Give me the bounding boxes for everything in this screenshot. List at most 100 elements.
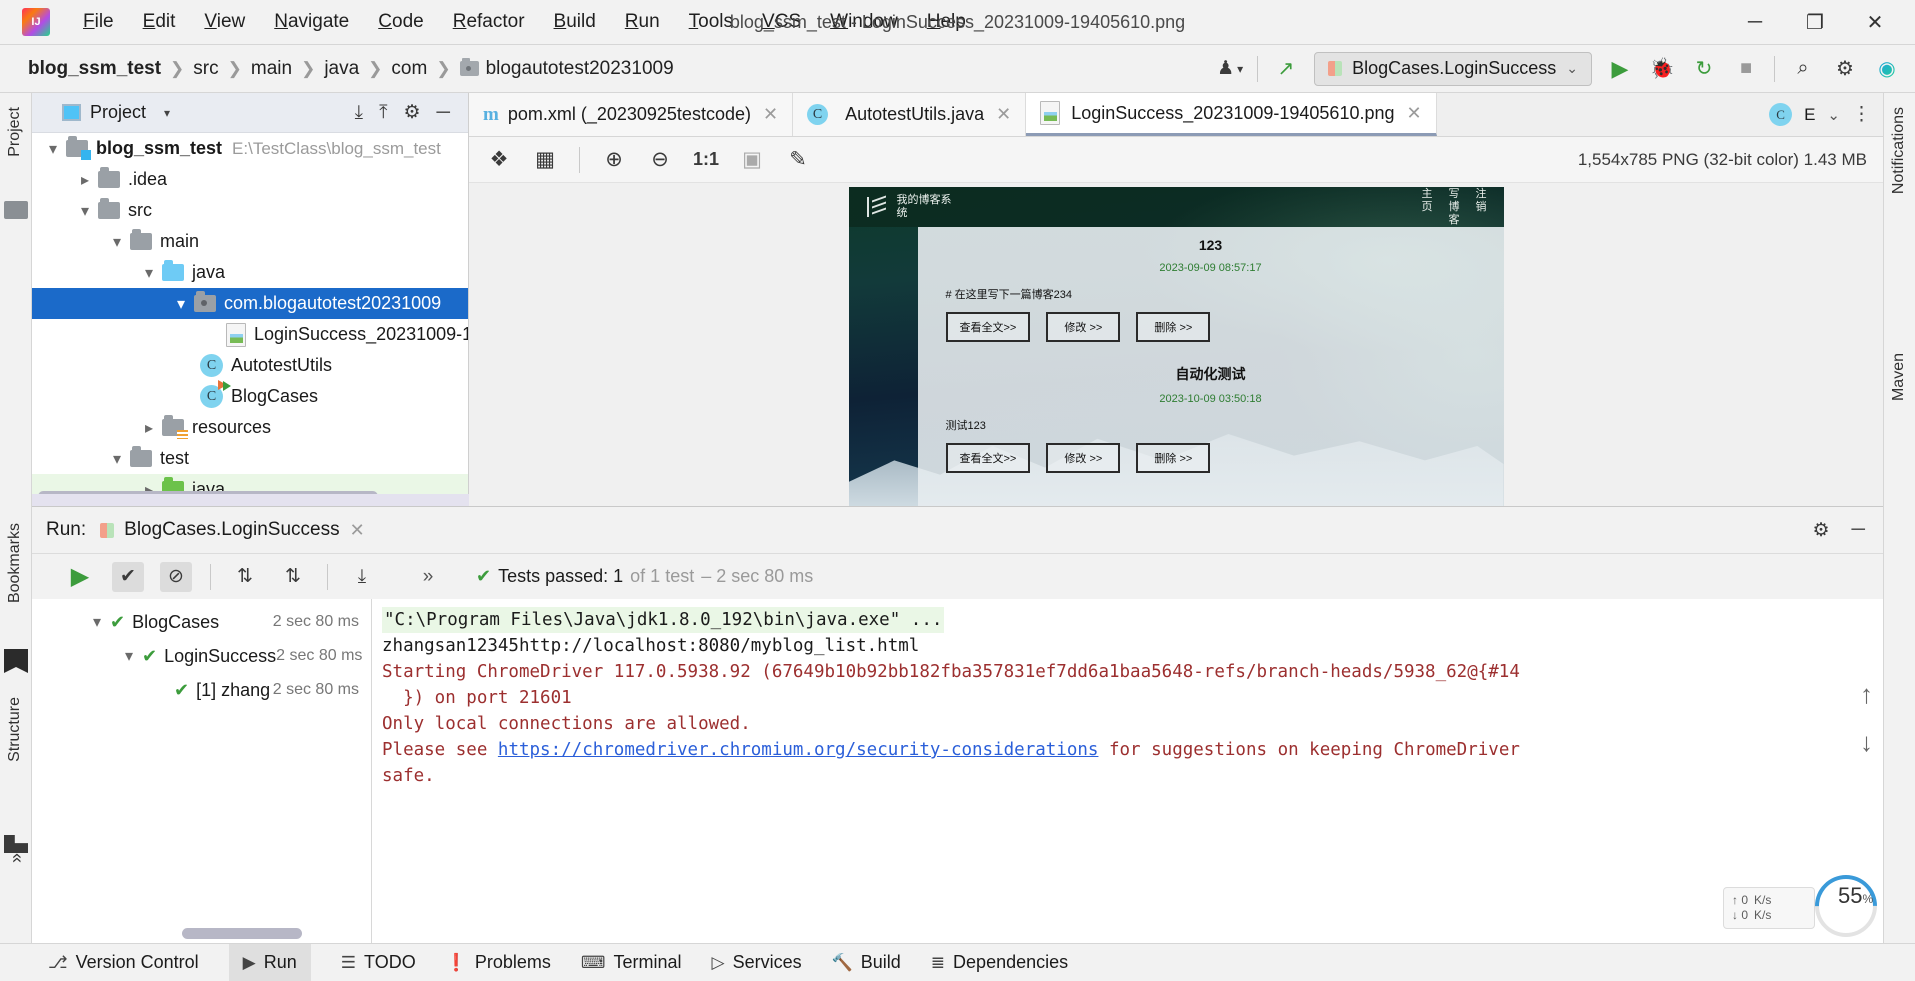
zoom-out-icon[interactable]: ⊖ — [646, 146, 674, 174]
breadcrumb-item-package[interactable]: blogautotest20231009 — [454, 56, 680, 82]
run-tab[interactable]: BlogCases.LoginSuccess ✕ — [100, 519, 365, 541]
status-item-services[interactable]: ▷ Services — [711, 952, 801, 973]
minimize-button[interactable]: ─ — [1725, 0, 1785, 44]
debug-button[interactable]: 🐞 — [1648, 56, 1676, 81]
breadcrumb-item-main[interactable]: main — [245, 56, 298, 82]
menu-tools[interactable]: Tools — [686, 9, 736, 35]
close-button[interactable]: ✕ — [1845, 0, 1905, 44]
menu-refactor[interactable]: Refactor — [450, 9, 528, 35]
tree-row-image-file[interactable]: LoginSuccess_20231009-1 — [32, 319, 468, 350]
test-row-parameterized[interactable]: ✔ [1] zhang 2 sec 80 ms — [32, 673, 371, 707]
chevron-right-icon[interactable] — [136, 418, 162, 438]
show-passed-icon[interactable]: ✔ — [112, 561, 144, 592]
console-link[interactable]: https://chromedriver.chromium.org/securi… — [498, 740, 1099, 760]
chevron-down-icon[interactable]: ⌄ — [1827, 106, 1840, 124]
sidebar-item-notifications[interactable]: Notifications — [1890, 107, 1908, 194]
tree-row-src[interactable]: src — [32, 195, 468, 226]
chevron-down-icon[interactable] — [72, 201, 98, 221]
menu-build[interactable]: Build — [551, 9, 599, 35]
expand-all-icon[interactable]: ⤒ — [379, 102, 387, 124]
blog-edit-button[interactable]: 修改 >> — [1046, 443, 1121, 473]
breadcrumb-item-src[interactable]: src — [187, 56, 224, 82]
blog-nav-write[interactable]: 写博客 — [1448, 188, 1461, 227]
tree-row-module[interactable]: blog_ssm_test E:\TestClass\blog_ssm_test — [32, 133, 468, 164]
chevron-down-icon[interactable] — [104, 449, 130, 469]
blog-delete-button[interactable]: 删除 >> — [1136, 443, 1211, 473]
transparency-icon[interactable]: ▣ — [738, 146, 766, 174]
tree-row-autotestutils[interactable]: C AutotestUtils — [32, 350, 468, 381]
blog-nav-home[interactable]: 主页 — [1421, 188, 1434, 227]
status-item-run[interactable]: ▶ Run — [228, 943, 311, 981]
more-options-icon[interactable]: ⋮ — [1852, 103, 1871, 126]
blog-view-button[interactable]: 查看全文>> — [945, 443, 1031, 473]
chevron-down-icon[interactable] — [168, 294, 194, 314]
scroll-up-icon[interactable]: ↑ — [1860, 679, 1873, 710]
close-icon[interactable]: ✕ — [350, 520, 365, 541]
blog-view-button[interactable]: 查看全文>> — [945, 312, 1031, 342]
tab-loginsuccess-png[interactable]: LoginSuccess_20231009-19405610.png ✕ — [1026, 93, 1437, 136]
gear-icon[interactable]: ⚙ — [1812, 519, 1829, 542]
test-row-loginsuccess[interactable]: ✔ LoginSuccess 2 sec 80 ms — [32, 639, 371, 673]
menu-code[interactable]: Code — [375, 9, 426, 35]
menu-file[interactable]: File — [80, 9, 117, 35]
blog-nav-logout[interactable]: 注销 — [1475, 188, 1488, 227]
chevron-down-icon[interactable] — [116, 646, 142, 666]
breadcrumb-item-com[interactable]: com — [385, 56, 433, 82]
expand-all-icon[interactable]: ⤓ — [346, 562, 378, 592]
maximize-button[interactable]: ❐ — [1785, 0, 1845, 44]
tree-row-main[interactable]: main — [32, 226, 468, 257]
tree-row-blogcases[interactable]: C BlogCases — [32, 380, 468, 412]
user-icon[interactable]: ♟ ▾ — [1217, 57, 1243, 80]
collapse-all-icon[interactable]: ⤓ — [355, 102, 363, 124]
chevron-down-icon[interactable]: ▾ — [164, 106, 170, 120]
gear-icon[interactable]: ⚙ — [1831, 56, 1859, 81]
status-item-dependencies[interactable]: ≣ Dependencies — [931, 952, 1068, 973]
status-item-todo[interactable]: ☰ TODO — [341, 952, 416, 973]
hide-ignored-icon[interactable]: ⊘ — [160, 561, 192, 592]
hide-panel-icon[interactable]: ─ — [437, 102, 450, 124]
search-icon[interactable]: ⌕ — [1789, 57, 1817, 80]
update-project-icon[interactable]: ↖ — [1272, 56, 1300, 81]
status-item-build[interactable]: 🔨 Build — [832, 952, 901, 973]
sort-alphabetically-icon[interactable]: ⇅ — [229, 562, 261, 592]
chevron-right-icon[interactable] — [72, 170, 98, 190]
scroll-down-icon[interactable]: ↓ — [1860, 727, 1873, 758]
menu-navigate[interactable]: Navigate — [271, 9, 352, 35]
close-icon[interactable]: ✕ — [763, 104, 778, 125]
status-item-terminal[interactable]: ⌨ Terminal — [581, 952, 682, 973]
network-speed-widget[interactable]: ↑ 0 K/s ↓ 0 K/s — [1723, 887, 1815, 929]
sidebar-item-project[interactable]: Project — [6, 107, 24, 157]
stop-button[interactable]: ■ — [1732, 57, 1760, 80]
more-options-icon[interactable]: » — [412, 562, 444, 592]
grid-icon[interactable]: ▦ — [531, 146, 559, 174]
blog-edit-button[interactable]: 修改 >> — [1046, 312, 1121, 342]
tree-row-resources[interactable]: resources — [32, 412, 468, 443]
fit-icon[interactable]: ❖ — [485, 146, 513, 174]
test-row-blogcases[interactable]: ✔ BlogCases 2 sec 80 ms — [32, 605, 371, 639]
ide-widget-icon[interactable]: ◉ — [1873, 56, 1901, 81]
chevron-down-icon[interactable] — [136, 263, 162, 283]
chevron-down-icon[interactable] — [104, 232, 130, 252]
gear-icon[interactable]: ⚙ — [403, 101, 420, 124]
test-tree-horizontal-scrollbar[interactable] — [182, 928, 302, 939]
sidebar-item-bookmarks[interactable]: Bookmarks — [6, 523, 24, 603]
color-picker-icon[interactable]: ✎ — [784, 146, 812, 174]
menu-edit[interactable]: Edit — [140, 9, 179, 35]
status-item-version-control[interactable]: ⎇ Version Control — [48, 952, 199, 973]
hide-panel-icon[interactable]: ─ — [1852, 519, 1865, 542]
run-configuration-selector[interactable]: BlogCases.LoginSuccess ⌄ — [1314, 51, 1592, 86]
menu-run[interactable]: Run — [622, 9, 663, 35]
menu-view[interactable]: View — [201, 9, 248, 35]
more-tool-windows-button[interactable]: » — [6, 853, 27, 863]
status-item-problems[interactable]: ❗ Problems — [446, 952, 551, 973]
close-icon[interactable]: ✕ — [996, 104, 1011, 125]
sort-by-duration-icon[interactable]: ⇅ — [277, 562, 309, 592]
test-results-tree[interactable]: ✔ BlogCases 2 sec 80 ms ✔ LoginSuccess 2… — [32, 599, 372, 943]
rerun-icon[interactable]: ▶ — [64, 562, 96, 592]
project-tree[interactable]: blog_ssm_test E:\TestClass\blog_ssm_test… — [32, 133, 468, 506]
run-with-coverage-button[interactable]: ↻ — [1690, 56, 1718, 81]
tree-row-test[interactable]: test — [32, 443, 468, 474]
actual-size-icon[interactable]: 1:1 — [692, 146, 720, 174]
sidebar-item-maven[interactable]: Maven — [1890, 353, 1908, 401]
console-output[interactable]: "C:\Program Files\Java\jdk1.8.0_192\bin\… — [372, 599, 1883, 943]
